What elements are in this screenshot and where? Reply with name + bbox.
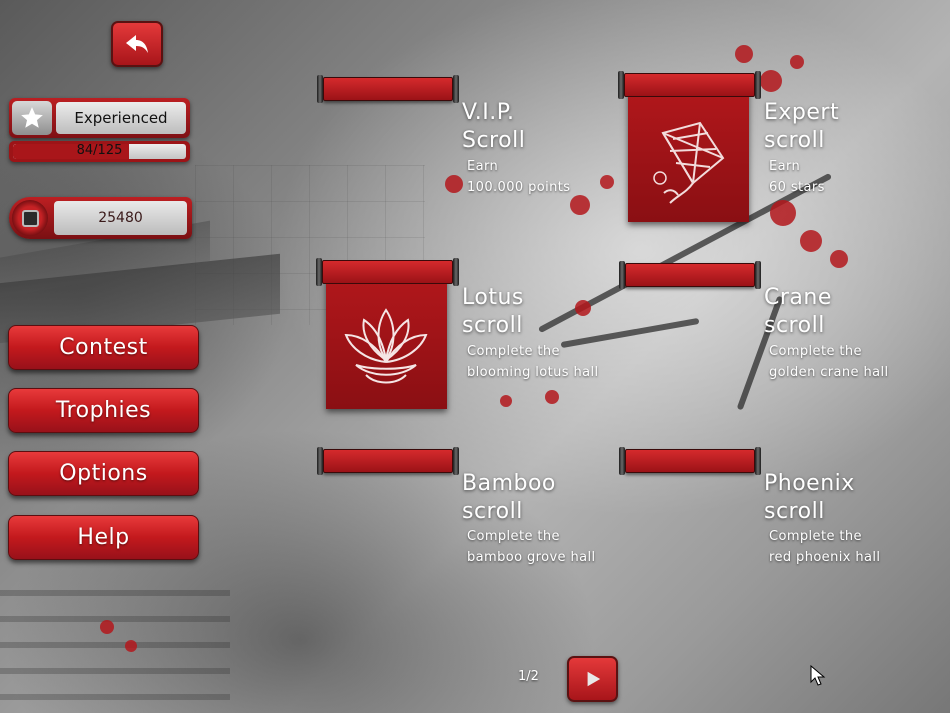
scroll-desc-line: blooming lotus hall [467, 365, 599, 380]
mouse-cursor-icon [810, 665, 826, 686]
lotus-icon [344, 308, 428, 384]
scroll-title-line: Scroll [462, 128, 526, 153]
blossom [575, 300, 591, 316]
phoenix-scroll-title: Phoenix scroll [764, 470, 855, 526]
scroll-desc-line: golden crane hall [769, 365, 889, 380]
coin-icon [12, 200, 48, 236]
blossom [735, 45, 753, 63]
background-bench [0, 590, 230, 700]
blossom [500, 395, 512, 407]
scroll-desc-line: red phoenix hall [769, 550, 881, 565]
blossom [790, 55, 804, 69]
scroll-title-line: Expert [764, 100, 840, 125]
crane-scroll-locked [619, 261, 761, 289]
star-icon [12, 101, 52, 135]
progress-text: 84/125 [76, 143, 123, 158]
bamboo-scroll-description: Complete the bamboo grove hall [467, 526, 596, 568]
blossom [800, 230, 822, 252]
bamboo-scroll-locked [317, 447, 459, 475]
scroll-desc-line: 100.000 points [467, 180, 571, 195]
options-button[interactable]: Options [8, 451, 199, 496]
blossom [770, 200, 796, 226]
bamboo-scroll-title: Bamboo scroll [462, 470, 556, 526]
scroll-title-line: scroll [764, 313, 825, 338]
page-indicator: 1/2 [518, 669, 539, 684]
coin-value: 25480 [54, 201, 187, 235]
scroll-title-line: scroll [462, 313, 523, 338]
back-arrow-icon [126, 35, 148, 53]
expert-scroll-unlocked [618, 71, 761, 222]
blossom [830, 250, 848, 268]
contest-button[interactable]: Contest [8, 325, 199, 370]
scroll-desc-line: Complete the [467, 529, 560, 544]
scroll-title-line: Phoenix [764, 471, 855, 496]
rank-progress-bar: 84/125 [9, 141, 190, 162]
lotus-scroll-description: Complete the blooming lotus hall [467, 341, 599, 383]
next-page-button[interactable] [567, 656, 618, 702]
scroll-desc-line: bamboo grove hall [467, 550, 596, 565]
scroll-desc-line: Complete the [467, 344, 560, 359]
back-button[interactable] [111, 21, 163, 67]
scroll-title-line: Bamboo [462, 471, 556, 496]
blossom [445, 175, 463, 193]
blossom [760, 70, 782, 92]
expert-scroll-description: Earn 60 stars [769, 156, 825, 198]
rank-label: Experienced [56, 102, 186, 134]
expert-scroll-title: Expert scroll [764, 99, 839, 155]
blossom [600, 175, 614, 189]
kite-icon [653, 121, 725, 204]
scroll-desc-line: Earn [769, 159, 801, 174]
scroll-desc-line: Complete the [769, 344, 862, 359]
vip-scroll-locked [317, 75, 459, 103]
scroll-desc-line: Earn [467, 159, 499, 174]
scroll-desc-line: 60 stars [769, 180, 825, 195]
blossom [125, 640, 137, 652]
scroll-desc-line: Complete the [769, 529, 862, 544]
blossom [100, 620, 114, 634]
rank-panel: Experienced [9, 98, 190, 138]
scroll-title-line: V.I.P. [462, 100, 515, 125]
lotus-scroll-title: Lotus scroll [462, 284, 524, 340]
scroll-cap [618, 71, 761, 99]
coin-panel: 25480 [9, 197, 192, 239]
vip-scroll-title: V.I.P. Scroll [462, 99, 525, 155]
blossom [545, 390, 559, 404]
vip-scroll-description: Earn 100.000 points [467, 156, 570, 198]
play-arrow-icon [587, 671, 600, 687]
scroll-title-line: scroll [462, 499, 523, 524]
scroll-title-line: scroll [764, 128, 825, 153]
scroll-title-line: scroll [764, 499, 825, 524]
blossom [570, 195, 590, 215]
help-button[interactable]: Help [8, 515, 199, 560]
scroll-cap [316, 258, 459, 286]
phoenix-scroll-description: Complete the red phoenix hall [769, 526, 880, 568]
crane-scroll-title: Crane scroll [764, 284, 832, 340]
crane-scroll-description: Complete the golden crane hall [769, 341, 889, 383]
phoenix-scroll-locked [619, 447, 761, 475]
lotus-scroll-unlocked [316, 258, 459, 409]
trophies-button[interactable]: Trophies [8, 388, 199, 433]
scroll-title-line: Lotus [462, 285, 524, 310]
scroll-title-line: Crane [764, 285, 832, 310]
